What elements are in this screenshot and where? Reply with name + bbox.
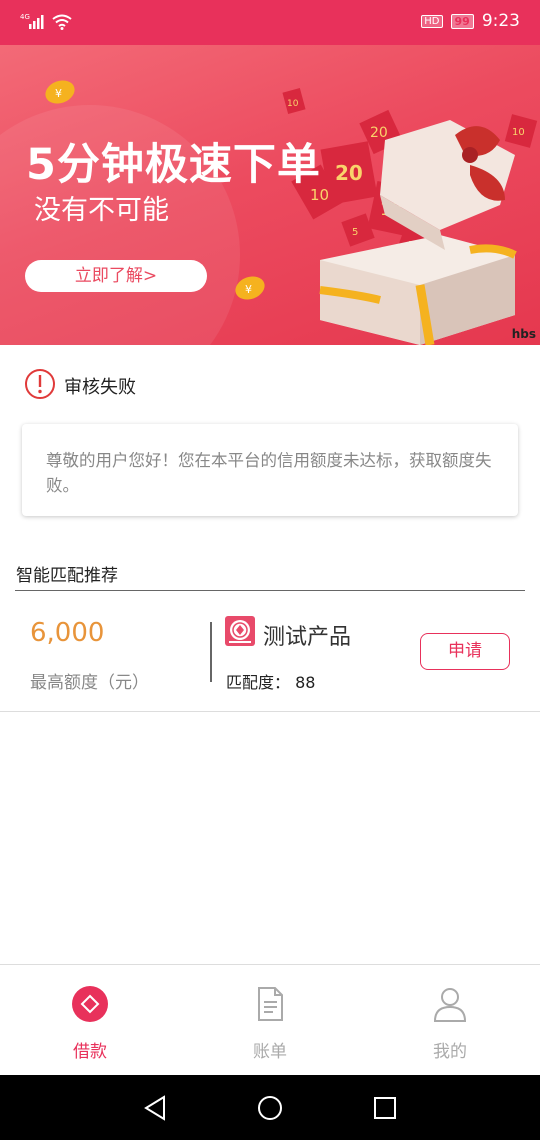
status-bar: 4G HD 99 9:23 [0, 0, 540, 45]
back-icon[interactable] [143, 1095, 167, 1125]
match-label: 匹配度： [226, 673, 291, 692]
svg-text:10: 10 [287, 99, 299, 109]
status-left: 4G [20, 12, 72, 34]
section-title: 智能匹配推荐 [16, 566, 118, 586]
tab-mine[interactable]: 我的 [400, 985, 500, 1062]
svg-text:5: 5 [352, 227, 358, 238]
notice-card: 尊敬的用户您好！您在本平台的信用额度未达标，获取额度失败。 [22, 424, 518, 516]
battery-icon: 99 [450, 13, 474, 29]
learn-more-button[interactable]: 立即了解> [25, 260, 207, 292]
coin-icon: ¥ [45, 80, 75, 104]
audit-status-text: 审核失败 [64, 377, 136, 398]
product-name[interactable]: 测试产品 [263, 619, 351, 651]
exclamation-circle-icon [24, 368, 56, 404]
bottom-tab-bar: 借款 账单 我的 [0, 964, 540, 1076]
diamond-circle-icon [71, 986, 109, 1027]
max-amount: 6,000 [30, 618, 105, 648]
document-icon [251, 987, 289, 1027]
divider [0, 711, 540, 712]
match-value: 88 [295, 673, 316, 692]
wifi-icon [52, 14, 72, 34]
max-amount-label: 最高额度（元） [30, 673, 149, 693]
notice-text: 尊敬的用户您好！您在本平台的信用额度未达标，获取额度失败。 [46, 451, 492, 495]
banner-subtitle: 没有不可能 [34, 195, 169, 226]
tab-label: 借款 [73, 1042, 107, 1062]
promo-banner[interactable]: ¥ ¥ 10 20 20 10 10 10 5 5 [0, 45, 540, 345]
status-right: HD 99 9:23 [421, 11, 520, 31]
home-icon[interactable] [257, 1095, 283, 1125]
banner-title: 5分钟极速下单 [26, 140, 321, 190]
tab-bill[interactable]: 账单 [220, 985, 320, 1062]
tab-loan[interactable]: 借款 [40, 985, 140, 1062]
divider [210, 622, 212, 682]
svg-text:¥: ¥ [55, 87, 62, 100]
product-logo-icon [225, 616, 255, 646]
svg-text:¥: ¥ [245, 283, 252, 296]
signal-icon: 4G [20, 12, 46, 34]
tab-label: 我的 [433, 1042, 467, 1062]
svg-text:20: 20 [335, 161, 363, 185]
audit-status: 审核失败 [24, 368, 136, 404]
red-envelope-icon: 10 [282, 88, 306, 114]
svg-text:4G: 4G [20, 13, 30, 21]
system-nav-bar [0, 1075, 540, 1140]
divider [15, 590, 525, 591]
svg-text:10: 10 [512, 127, 525, 138]
match-score: 匹配度： 88 [226, 669, 315, 693]
clock: 9:23 [481, 11, 520, 31]
hd-badge: HD [421, 14, 443, 28]
user-icon [431, 988, 469, 1027]
tab-label: 账单 [253, 1042, 287, 1062]
recent-apps-icon[interactable] [373, 1096, 397, 1124]
banner-watermark: hbs [511, 327, 536, 341]
coin-icon: ¥ [235, 276, 265, 300]
red-envelope-icon: 10 [504, 114, 538, 148]
svg-text:20: 20 [370, 125, 388, 141]
apply-button[interactable]: 申请 [420, 633, 510, 670]
